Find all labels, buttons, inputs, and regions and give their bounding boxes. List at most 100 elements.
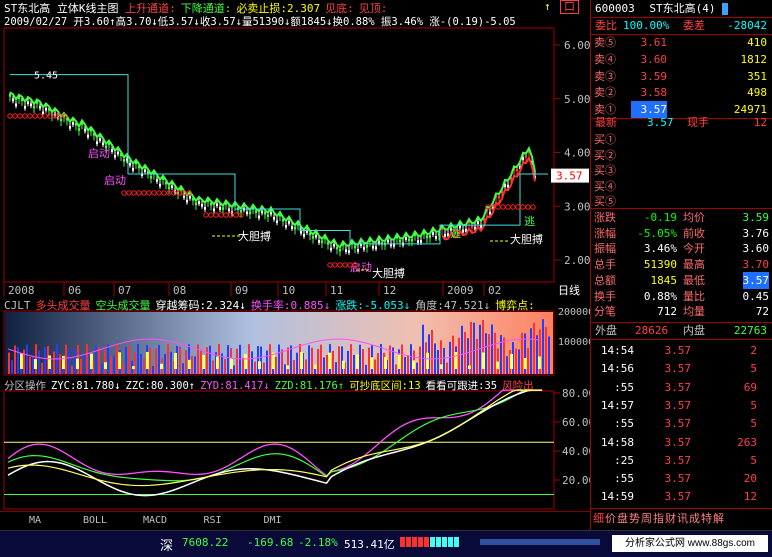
quote-tab[interactable]: 解	[713, 512, 724, 525]
candle-body	[432, 232, 434, 235]
inner-value: 22763	[733, 324, 767, 337]
volume-bar	[188, 344, 190, 374]
volume-bar-yellow	[524, 357, 527, 369]
candle-body	[189, 195, 191, 199]
volume-bar	[194, 356, 196, 374]
volume-bar	[71, 365, 73, 374]
candle-body	[435, 236, 437, 239]
main-chart-panel[interactable]: ST东北高 立体K线主图 上升通道: 下降通道: 必卖止损:2.307 见底: 见顶: …	[0, 0, 590, 298]
signal-marker	[121, 190, 127, 196]
quote-tab[interactable]: 成	[689, 512, 700, 525]
volume-bar	[374, 359, 376, 374]
quote-tab[interactable]: 特	[701, 512, 712, 525]
candle-body	[156, 179, 158, 182]
volume-bar	[389, 345, 391, 374]
price-tag: 3.57	[556, 170, 583, 183]
volume-bar	[185, 350, 187, 374]
y-tick-label: 5.00	[564, 93, 590, 106]
signal-marker	[213, 212, 219, 218]
volume-bar	[419, 346, 421, 374]
candle-body	[417, 240, 419, 243]
volume-bar	[278, 344, 280, 374]
tick-volume: 263	[737, 435, 757, 449]
stat-label: 量比	[683, 289, 705, 303]
volume-bar	[311, 347, 313, 374]
volume-panel[interactable]: CJLT 多头成交量 空头成交量 穿越筹码:2.324↓ 换手率:0.885↓ 涨跌:-5…	[0, 297, 590, 377]
volume-bar	[503, 337, 505, 374]
tab-ma[interactable]: MA	[20, 514, 50, 528]
stat-value: 3.57	[742, 271, 769, 289]
volume-bar	[122, 363, 124, 374]
tab-rsi[interactable]: RSI	[195, 514, 230, 528]
candle-body	[507, 184, 509, 188]
candle-body	[363, 247, 365, 250]
volume-bar	[284, 364, 286, 374]
quote-tab[interactable]: 细	[593, 512, 604, 525]
volume-bar	[305, 359, 307, 374]
tick-volume: 69	[743, 380, 757, 394]
candle-body	[291, 226, 293, 229]
x-tick-label: 10	[282, 284, 295, 297]
candle-body	[186, 199, 188, 203]
quote-tab[interactable]: 盘	[617, 512, 628, 525]
volume-bar	[347, 350, 349, 374]
stat-label: 涨跌	[594, 211, 616, 224]
volume-bar-yellow	[76, 358, 79, 369]
candle-body	[405, 237, 407, 240]
candle-body	[144, 169, 146, 173]
tab-dmi[interactable]: DMI	[255, 514, 290, 528]
volume-bar	[8, 352, 10, 374]
volume-bar-yellow	[174, 352, 177, 369]
volume-bar	[527, 348, 529, 374]
quote-tab[interactable]: 财	[665, 512, 676, 525]
volume-bar	[530, 328, 532, 374]
volume-bar	[257, 346, 259, 374]
tick-time: 14:57	[600, 398, 634, 412]
volume-bar	[113, 355, 115, 374]
y-tick-label: 3.00	[564, 200, 590, 213]
candle-body	[117, 151, 119, 155]
weibi-row: 委比 100.00% 委差 -28042	[595, 19, 767, 32]
candle-body	[84, 128, 86, 132]
tab-boll[interactable]: BOLL	[75, 514, 115, 528]
period-label: 日线	[558, 283, 580, 297]
signal-marker	[203, 212, 209, 218]
quote-tab[interactable]: 讯	[677, 512, 688, 525]
stat-value: 712	[657, 305, 677, 319]
volume-bar	[254, 361, 256, 374]
volume-bar	[44, 346, 46, 374]
buy-level-label: 买②	[594, 148, 616, 162]
volume-bar	[224, 358, 226, 374]
oscillator-panel[interactable]: 分区操作 ZYC:81.780↓ ZZC:80.300↑ ZYD:81.417↓ ZZD…	[0, 377, 590, 511]
quote-tab[interactable]: 周	[641, 512, 652, 525]
volume-bar	[140, 353, 142, 374]
signal-marker	[161, 190, 167, 196]
candle-body	[378, 240, 380, 244]
stock-code: 600003	[595, 2, 635, 15]
candle-body	[336, 246, 338, 250]
quote-tab[interactable]: 势	[629, 512, 640, 525]
volume-bar	[365, 364, 367, 374]
quote-tab[interactable]: 指	[653, 512, 664, 525]
stat-value: 51390	[643, 258, 677, 272]
volume-bar	[437, 349, 439, 374]
candlestick-chart[interactable]: 6.00 5.00 4.00 3.00 2.00 2008 06 07 08 09 10 11 12 20…	[0, 0, 590, 298]
candle-body	[339, 248, 341, 252]
tab-macd[interactable]: MACD	[135, 514, 175, 528]
candle-body	[429, 235, 431, 238]
volume-bar	[494, 332, 496, 374]
candle-body	[303, 234, 305, 237]
x-tick-label: 2008	[8, 284, 35, 297]
volume-bar-yellow	[384, 357, 387, 369]
candle-body	[408, 238, 410, 242]
sell-level-label: 卖②	[594, 86, 616, 100]
signal-marker	[12, 113, 18, 119]
stat-label: 总额	[594, 273, 616, 287]
volume-bar	[74, 348, 76, 374]
candle-body	[168, 186, 170, 190]
sell-volume: 24971	[733, 103, 767, 117]
quote-tab[interactable]: 价	[605, 512, 616, 525]
volume-bar-yellow	[202, 354, 205, 369]
volume-bar-yellow	[62, 355, 65, 369]
volume-bar	[53, 351, 55, 374]
